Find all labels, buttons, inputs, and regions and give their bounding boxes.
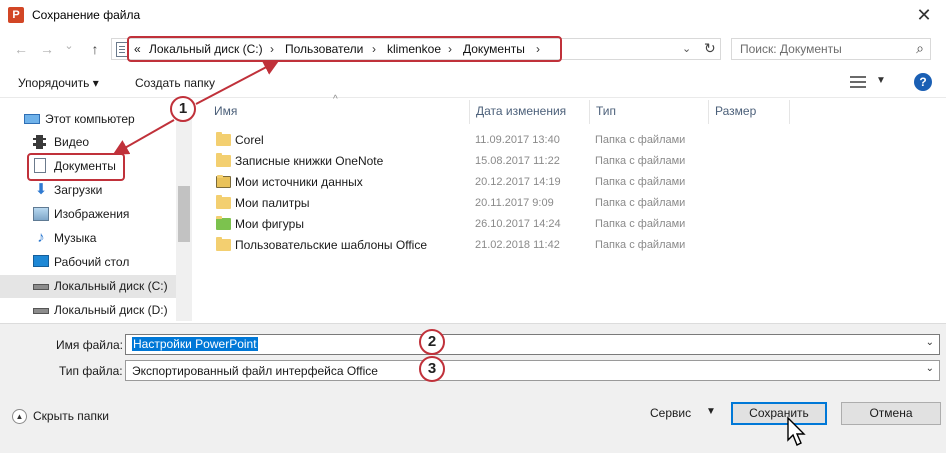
- callout-3: 3: [419, 356, 445, 382]
- callout-2: 2: [419, 329, 445, 355]
- annotation-arrows: [112, 60, 280, 155]
- callout-1: 1: [170, 96, 196, 122]
